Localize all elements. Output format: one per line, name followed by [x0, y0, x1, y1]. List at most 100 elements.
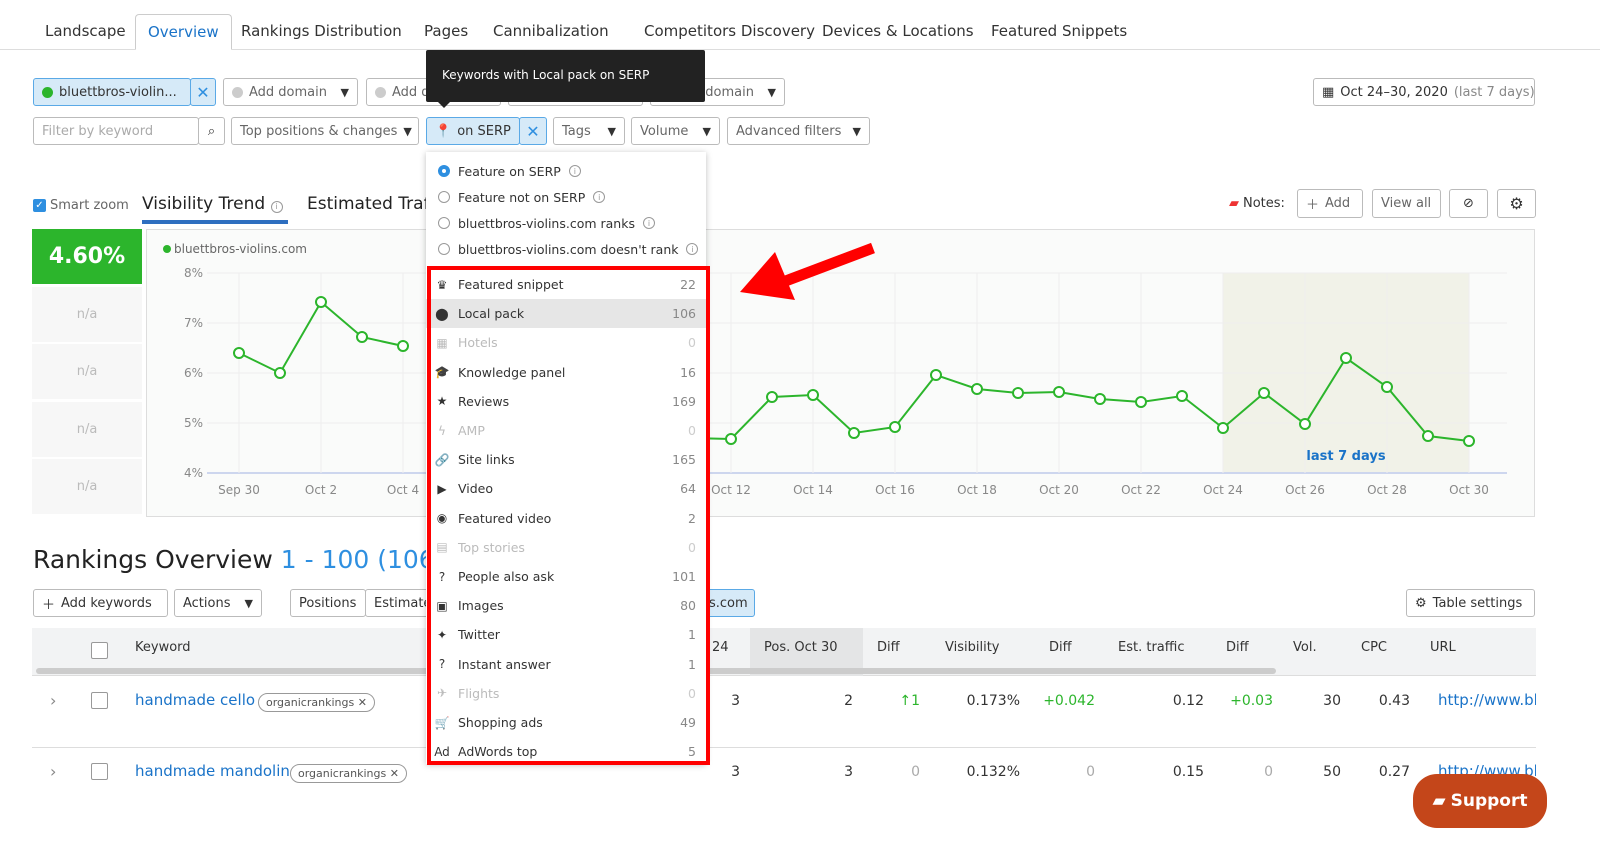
serp-option-radio[interactable]: Feature not on SERP i: [426, 184, 706, 210]
data-point: [315, 296, 327, 308]
table-settings-button[interactable]: ⚙ Table settings: [1406, 589, 1535, 617]
domain-dot: [232, 86, 243, 98]
serp-feature-item[interactable]: ♛ Featured snippet 22: [426, 270, 706, 299]
serp-feature-item[interactable]: 🔗 Site links 165: [426, 445, 706, 474]
top-positions-dropdown[interactable]: Top positions & changes ▼: [231, 117, 419, 145]
feature-label: Twitter: [458, 627, 500, 643]
domain-dot: [375, 86, 386, 98]
tab-rankings-distribution[interactable]: Rankings Distribution: [229, 14, 414, 50]
url-link[interactable]: http://www.bl: [1438, 691, 1536, 709]
chevron-down-icon: ▼: [403, 124, 412, 138]
remove-domain-button[interactable]: ✕: [190, 78, 216, 106]
add-keywords-label: Add keywords: [61, 595, 152, 611]
radio-icon: [438, 217, 450, 229]
actions-dropdown[interactable]: Actions ▼: [174, 589, 262, 617]
tab-estimated-traffic[interactable]: Estimated Traf: [307, 194, 430, 214]
row-checkbox[interactable]: [91, 692, 108, 709]
tab-overview[interactable]: Overview: [135, 14, 232, 50]
serp-features-dropdown[interactable]: 📍 on SERP: [426, 117, 520, 145]
expand-row-chevron-icon[interactable]: ›: [50, 691, 56, 710]
serp-feature-item[interactable]: ▶ Video 64: [426, 474, 706, 503]
keyword-link[interactable]: handmade mandolin: [135, 762, 290, 780]
play-circle-icon: ◉: [436, 511, 448, 526]
data-point: [397, 340, 409, 352]
smart-zoom-checkbox[interactable]: ✓ Smart zoom: [33, 198, 129, 213]
estimated-toggle[interactable]: Estimate: [365, 589, 435, 617]
column-header-url[interactable]: URL: [1430, 640, 1456, 655]
serp-option-radio[interactable]: bluettbros-violins.com ranks i: [426, 210, 706, 236]
keyword-filter-input[interactable]: Filter by keyword: [33, 117, 199, 145]
keyword-tag[interactable]: organicrankings ✕: [258, 693, 375, 712]
option-label: bluettbros-violins.com ranks: [458, 215, 635, 231]
last-7-days-label: last 7 days: [1306, 449, 1385, 464]
tab-cannibalization[interactable]: Cannibalization: [481, 14, 621, 50]
feature-label: AdWords top: [458, 744, 538, 760]
support-button[interactable]: ▰ Support: [1413, 774, 1547, 828]
serp-feature-item[interactable]: Ad AdWords top 5: [426, 737, 706, 766]
serp-option-radio[interactable]: Feature on SERP i: [426, 158, 706, 184]
serp-feature-item[interactable]: ? People also ask 101: [426, 562, 706, 591]
search-icon[interactable]: ⌕: [198, 117, 225, 145]
column-header-pos-prev[interactable]: 24: [712, 640, 729, 655]
serp-feature-item[interactable]: ✦ Twitter 1: [426, 620, 706, 649]
positions-toggle[interactable]: Positions: [290, 589, 366, 617]
data-point: [1340, 352, 1352, 364]
serp-feature-item[interactable]: ? Instant answer 1: [426, 650, 706, 679]
column-header-traffic-diff[interactable]: Diff: [1226, 640, 1249, 655]
column-header-keyword[interactable]: Keyword: [135, 640, 191, 655]
hide-notes-eye-icon[interactable]: ⊘: [1449, 189, 1488, 218]
link-icon: 🔗: [434, 452, 450, 467]
date-range-picker[interactable]: ▦ Oct 24–30, 2020 (last 7 days): [1313, 78, 1535, 106]
ad-icon: Ad: [434, 744, 450, 759]
column-header-volume[interactable]: Vol.: [1293, 640, 1317, 655]
data-point: [1463, 435, 1475, 447]
info-icon: i: [593, 191, 606, 203]
row-checkbox[interactable]: [91, 763, 108, 780]
radio-icon: [438, 165, 450, 177]
feature-count: 1: [688, 656, 696, 672]
tags-dropdown[interactable]: Tags ▼: [553, 117, 625, 145]
settings-gear-icon[interactable]: ⚙: [1497, 189, 1536, 218]
serp-option-radio[interactable]: bluettbros-violins.com doesn't rank i: [426, 236, 706, 262]
keyword-link[interactable]: handmade cello: [135, 691, 255, 709]
chat-bubble-icon: ▰: [1432, 791, 1446, 811]
x-tick-label: Oct 18: [957, 483, 997, 497]
pos-cell: 3: [844, 764, 853, 780]
serp-feature-item[interactable]: ★ Reviews 169: [426, 387, 706, 416]
tab-pages[interactable]: Pages: [412, 14, 480, 50]
serp-feature-item[interactable]: ⬤ Local pack 106: [426, 299, 706, 329]
column-header-visibility[interactable]: Visibility: [945, 640, 999, 655]
clear-serp-filter-button[interactable]: ✕: [519, 117, 547, 145]
column-header-est-traffic[interactable]: Est. traffic: [1118, 640, 1184, 655]
volume-dropdown[interactable]: Volume ▼: [631, 117, 720, 145]
domain-toggle[interactable]: s.com: [700, 589, 755, 617]
serp-feature-item[interactable]: 🛒 Shopping ads 49: [426, 708, 706, 737]
tab-featured-snippets[interactable]: Featured Snippets: [979, 14, 1139, 50]
tab-visibility-trend[interactable]: Visibility Trend i: [142, 194, 288, 224]
column-header-diff[interactable]: Diff: [877, 640, 900, 655]
domain-chip[interactable]: bluettbros-violin...: [33, 78, 191, 106]
column-header-pos-oct30[interactable]: Pos. Oct 30: [764, 640, 838, 655]
feature-count: 2: [688, 510, 696, 526]
tab-landscape[interactable]: Landscape: [33, 14, 138, 50]
expand-row-chevron-icon[interactable]: ›: [50, 762, 56, 781]
advanced-filters-dropdown[interactable]: Advanced filters ▼: [727, 117, 870, 145]
serp-feature-item[interactable]: ▣ Images 80: [426, 591, 706, 620]
select-all-checkbox[interactable]: [91, 642, 108, 659]
add-domain-dropdown[interactable]: Add domain ▼: [223, 78, 358, 106]
add-note-button[interactable]: ＋ Add: [1297, 189, 1363, 218]
column-header-cpc[interactable]: CPC: [1361, 640, 1387, 655]
serp-feature-item[interactable]: 🎓 Knowledge panel 16: [426, 358, 706, 387]
add-keywords-button[interactable]: ＋ Add keywords: [33, 589, 168, 617]
serp-feature-item[interactable]: ◉ Featured video 2: [426, 504, 706, 533]
view-all-notes-button[interactable]: View all: [1372, 189, 1441, 218]
column-header-visibility-diff[interactable]: Diff: [1049, 640, 1072, 655]
tab-competitors-discovery[interactable]: Competitors Discovery: [632, 14, 827, 50]
feature-count: 5: [688, 744, 696, 760]
keyword-tag[interactable]: organicrankings ✕: [290, 764, 407, 783]
rankings-title-text: Rankings Overview: [33, 545, 273, 574]
smart-zoom-label: Smart zoom: [50, 198, 129, 213]
x-tick-label: Oct 20: [1039, 483, 1079, 497]
data-point: [1176, 390, 1188, 402]
tab-devices-locations[interactable]: Devices & Locations: [810, 14, 986, 50]
